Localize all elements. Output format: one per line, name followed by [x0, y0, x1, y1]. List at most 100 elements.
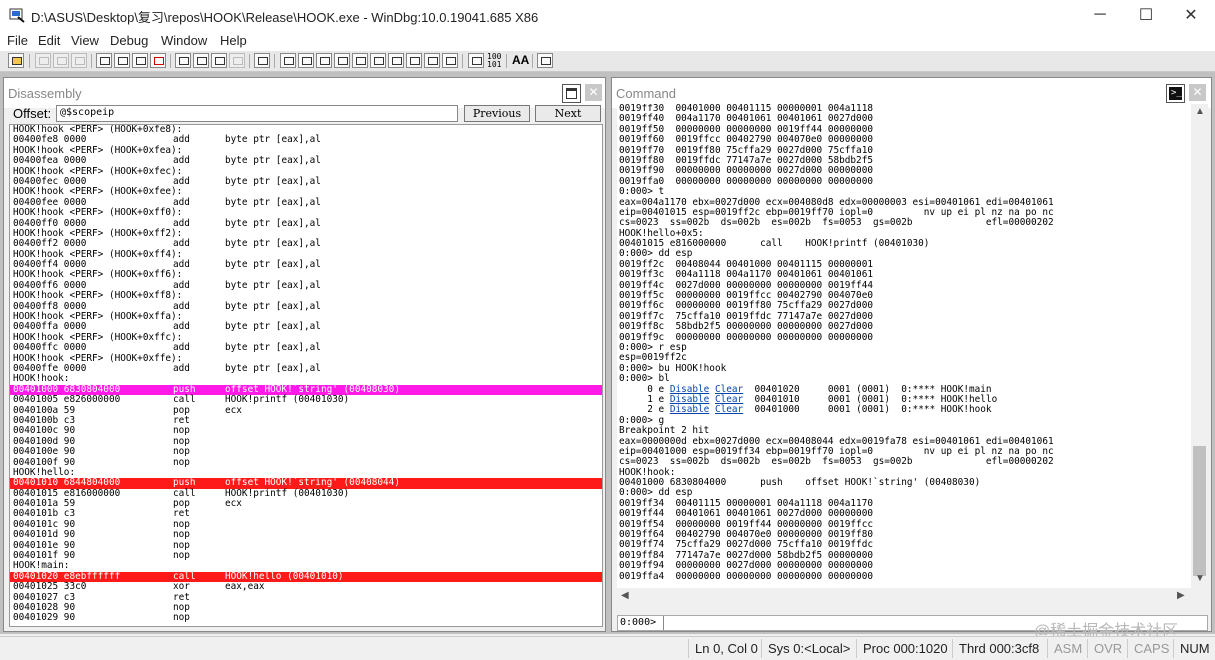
step-over-icon[interactable] [193, 53, 209, 68]
scroll-right-icon[interactable]: ▶ [1177, 590, 1185, 601]
command-output[interactable]: 0019ff30 00401000 00401115 00000001 004a… [617, 104, 1191, 588]
source-toggle-icon[interactable] [468, 53, 484, 68]
disasm-line[interactable]: 0040100e 90 nop [10, 446, 602, 457]
disasm-mnemonic: call [173, 394, 196, 406]
disasm-line[interactable]: 00401027 c3 ret [10, 592, 602, 603]
disasm-line[interactable]: 0040100c 90 nop [10, 425, 602, 436]
minimize-button[interactable]: ─ [1077, 0, 1123, 30]
cut-icon[interactable] [35, 53, 51, 68]
open-icon[interactable] [8, 53, 24, 68]
menu-edit[interactable]: Edit [38, 33, 60, 48]
command-output-line: 0:000> t [619, 186, 665, 198]
disasm-operands: byte ptr [eax],al [225, 362, 321, 374]
disasm-line[interactable]: 0040100d 90 nop [10, 436, 602, 447]
clear-breakpoint-link[interactable]: Clear [715, 404, 743, 415]
clear-breakpoint-link[interactable]: Clear [715, 384, 743, 395]
source-mode-icon[interactable] [442, 53, 458, 68]
scroll-down-icon[interactable]: ▼ [1195, 573, 1205, 584]
vertical-scrollbar[interactable]: ▲ ▼ [1191, 104, 1208, 588]
breakpoint-hand-icon[interactable] [254, 53, 270, 68]
disasm-line[interactable]: 00400ffe 0000 add byte ptr [eax],al [10, 362, 602, 374]
horizontal-scrollbar[interactable]: ◀ ▶ [617, 588, 1191, 605]
hex-display-icon[interactable]: 100 101 [487, 53, 501, 69]
disable-breakpoint-link[interactable]: Disable [670, 384, 710, 395]
disasm-line[interactable]: 0040101c 90 nop [10, 519, 602, 530]
scroll-up-icon[interactable]: ▲ [1195, 106, 1205, 117]
disable-breakpoint-link[interactable]: Disable [670, 394, 710, 405]
break-icon[interactable] [150, 53, 166, 68]
close-command-icon[interactable]: ✕ [1189, 84, 1206, 101]
registers-window-icon[interactable] [334, 53, 350, 68]
disassembly-listing[interactable]: HOOK!hook <PERF> (HOOK+0xfe8): 00400fe8 0… [9, 124, 603, 627]
disasm-mnemonic: add [173, 362, 190, 374]
disasm-operands: offset HOOK!`string' (00408044) [225, 477, 400, 489]
disasm-line[interactable]: 00401015 e816000000 call HOOK!printf (0040… [10, 488, 602, 499]
command-output-line: 0:000> r esp [619, 341, 687, 353]
copy-icon[interactable] [53, 53, 69, 68]
restart-icon[interactable] [96, 53, 112, 68]
disasm-operands: byte ptr [eax],al [225, 134, 321, 146]
memory-window-icon[interactable] [352, 53, 368, 68]
window-menu-icon[interactable] [562, 84, 581, 103]
disasm-operands: byte ptr [eax],al [225, 155, 321, 167]
menu-debug[interactable]: Debug [110, 33, 148, 48]
clear-breakpoint-link[interactable]: Clear [715, 394, 743, 405]
command-window-icon[interactable] [280, 53, 296, 68]
command-output-line: 0:000> bu HOOK!hook [619, 362, 727, 374]
disasm-line[interactable]: 0040100a 59 pop ecx [10, 405, 602, 416]
menu-bar: File Edit View Debug Window Help [0, 30, 1215, 51]
disasm-operands: byte ptr [eax],al [225, 342, 321, 354]
command-window: Command >_ ✕ 0019ff30 00401000 00401115 … [611, 77, 1212, 632]
next-button[interactable]: Next [535, 105, 601, 122]
disassembly-window-icon[interactable] [388, 53, 404, 68]
previous-button[interactable]: Previous [464, 105, 530, 122]
toolbar-separator [532, 54, 533, 68]
step-into-icon[interactable] [175, 53, 191, 68]
disasm-line[interactable]: 00401029 90 nop [10, 612, 602, 623]
disasm-line[interactable]: 00401005 e826000000 call HOOK!printf (0040… [10, 394, 602, 406]
watch-window-icon[interactable] [298, 53, 314, 68]
disasm-line[interactable]: 0040100f 90 nop [10, 457, 602, 468]
menu-help[interactable]: Help [220, 33, 247, 48]
close-disassembly-icon[interactable]: ✕ [585, 84, 602, 101]
disassembly-title: Disassembly [8, 86, 82, 101]
disasm-breakpoint-line[interactable]: 00401020 e8ebffffff call HOOK!hello (00401… [10, 571, 602, 583]
paste-icon[interactable] [71, 53, 87, 68]
status-thread: Thrd 000:3cf8 [952, 639, 1039, 658]
run-to-cursor-icon[interactable] [229, 53, 245, 68]
windbg-app-icon [9, 8, 25, 23]
status-position: Ln 0, Col 0 [688, 639, 758, 658]
processes-threads-icon[interactable] [424, 53, 440, 68]
disasm-line[interactable]: 00400fea 0000 add byte ptr [eax],al [10, 155, 602, 167]
step-out-icon[interactable] [211, 53, 227, 68]
command-window-menu-icon[interactable]: >_ [1166, 84, 1185, 103]
scroll-left-icon[interactable]: ◀ [621, 590, 629, 601]
maximize-button[interactable]: ☐ [1123, 0, 1169, 30]
disasm-operands: byte ptr [eax],al [225, 175, 321, 187]
disable-breakpoint-link[interactable]: Disable [670, 404, 710, 415]
menu-file[interactable]: File [7, 33, 28, 48]
disasm-line[interactable]: 0040100b c3 ret [10, 415, 602, 426]
options-icon[interactable] [537, 53, 553, 68]
close-button[interactable]: ✕ [1168, 0, 1214, 30]
disasm-line[interactable]: 00401025 33c0 xor eax,eax [10, 581, 602, 592]
detach-icon[interactable] [132, 53, 148, 68]
font-icon[interactable]: AA [512, 53, 529, 67]
call-stack-window-icon[interactable] [370, 53, 386, 68]
scratch-pad-icon[interactable] [406, 53, 422, 68]
offset-input[interactable]: @$scopeip [56, 105, 458, 122]
command-title: Command [616, 86, 676, 101]
disasm-line[interactable]: 0040101f 90 nop [10, 550, 602, 561]
toolbar: 100 101 AA [0, 51, 1215, 72]
disasm-line[interactable]: 0040101d 90 nop [10, 529, 602, 540]
vertical-scroll-thumb[interactable] [1193, 446, 1206, 576]
menu-view[interactable]: View [71, 33, 99, 48]
disasm-line[interactable]: 00401028 90 nop [10, 602, 602, 613]
stop-debugging-icon[interactable] [114, 53, 130, 68]
locals-window-icon[interactable] [316, 53, 332, 68]
disasm-line[interactable]: 0040101a 59 pop ecx [10, 498, 602, 509]
status-process: Proc 000:1020 [856, 639, 948, 658]
disasm-line[interactable]: 0040101e 90 nop [10, 540, 602, 551]
menu-window[interactable]: Window [161, 33, 207, 48]
disasm-line[interactable]: 0040101b c3 ret [10, 509, 602, 520]
